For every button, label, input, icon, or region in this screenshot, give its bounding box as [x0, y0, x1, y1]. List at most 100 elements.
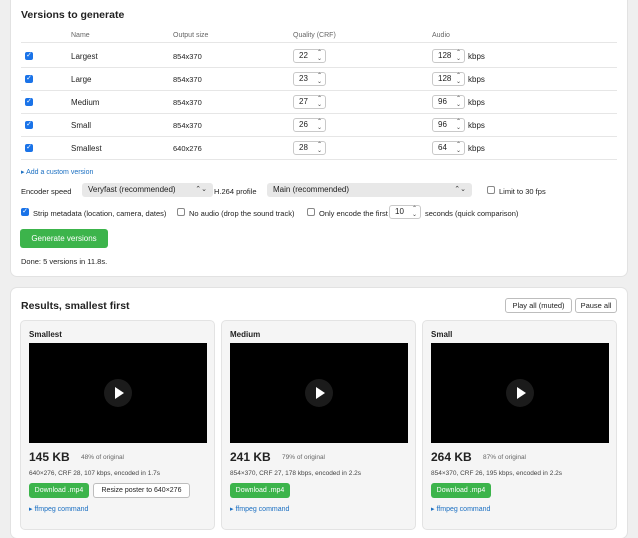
encoder-speed-select[interactable]: Veryfast (recommended) ⌃⌄ [82, 183, 213, 197]
encoder-speed-value: Veryfast (recommended) [88, 185, 176, 194]
no-audio-label: No audio (drop the sound track) [189, 209, 295, 218]
result-title: Medium [230, 330, 261, 339]
video-player[interactable] [29, 343, 207, 443]
audio-bitrate-input[interactable]: 96 ⌃ ⌄ [432, 95, 465, 109]
version-name: Medium [71, 98, 100, 107]
audio-bitrate-input[interactable]: 128 ⌃ ⌄ [432, 49, 465, 63]
triangle-right-icon: ▸ [29, 506, 33, 513]
versions-title: Versions to generate [21, 9, 125, 21]
version-output-size: 640x276 [173, 144, 202, 153]
strip-metadata-checkbox[interactable]: ✓ [21, 208, 29, 216]
version-enabled-checkbox[interactable]: ✓ [25, 144, 33, 152]
spinner-icon: ⌃ ⌄ [455, 96, 461, 108]
result-percent-of-original: 87% of original [483, 454, 526, 461]
chevron-updown-icon: ⌃⌄ [454, 186, 466, 193]
play-all-button[interactable]: Play all (muted) [505, 298, 572, 313]
version-output-size: 854x370 [173, 52, 202, 61]
add-custom-version-link[interactable]: ▸ Add a custom version [21, 168, 93, 176]
ffmpeg-command-label: ffmpeg command [436, 506, 491, 513]
download-mp4-button[interactable]: Download .mp4 [29, 483, 89, 498]
spinner-icon: ⌃ ⌄ [455, 142, 461, 154]
results-card: Results, smallest first Play all (muted)… [11, 288, 627, 538]
play-icon[interactable] [305, 379, 333, 407]
check-icon: ✓ [26, 98, 32, 105]
audio-bitrate-input[interactable]: 64 ⌃ ⌄ [432, 141, 465, 155]
limit-fps-checkbox[interactable] [487, 186, 495, 194]
result-meta: 854×370, CRF 27, 178 kbps, encoded in 2.… [230, 470, 361, 477]
spinner-icon: ⌃ ⌄ [455, 119, 461, 131]
kbps-unit: kbps [468, 52, 485, 61]
spinner-icon: ⌃ ⌄ [455, 73, 461, 85]
only-encode-seconds-input[interactable]: 10 ⌃ ⌄ [389, 205, 421, 219]
version-output-size: 854x370 [173, 75, 202, 84]
version-enabled-checkbox[interactable]: ✓ [25, 98, 33, 106]
ffmpeg-command-label: ffmpeg command [235, 506, 290, 513]
table-divider [21, 42, 617, 43]
version-enabled-checkbox[interactable]: ✓ [25, 75, 33, 83]
result-meta: 854×370, CRF 26, 195 kbps, encoded in 2.… [431, 470, 562, 477]
status-text: Done: 5 versions in 11.8s. [21, 257, 108, 266]
only-encode-checkbox[interactable] [307, 208, 315, 216]
audio-bitrate-value: 64 [438, 143, 447, 152]
result-percent-of-original: 79% of original [282, 454, 325, 461]
version-name: Smallest [71, 144, 102, 153]
ffmpeg-command-toggle[interactable]: ▸ ffmpeg command [230, 505, 289, 513]
crf-input[interactable]: 27 ⌃ ⌄ [293, 95, 326, 109]
pause-all-button[interactable]: Pause all [575, 298, 617, 313]
ffmpeg-command-toggle[interactable]: ▸ ffmpeg command [29, 505, 88, 513]
audio-bitrate-value: 96 [438, 97, 447, 106]
no-audio-checkbox[interactable] [177, 208, 185, 216]
triangle-right-icon: ▸ [21, 169, 25, 176]
result-file-size: 145 KB [29, 450, 70, 464]
col-quality-header: Quality (CRF) [293, 32, 336, 39]
version-enabled-checkbox[interactable]: ✓ [25, 121, 33, 129]
crf-value: 26 [299, 120, 308, 129]
version-output-size: 854x370 [173, 121, 202, 130]
spinner-icon: ⌃ ⌄ [316, 50, 322, 62]
check-icon: ✓ [26, 52, 32, 59]
h264-profile-select[interactable]: Main (recommended) ⌃⌄ [267, 183, 472, 197]
crf-input[interactable]: 26 ⌃ ⌄ [293, 118, 326, 132]
result-percent-of-original: 48% of original [81, 454, 124, 461]
h264-profile-label: H.264 profile [214, 187, 257, 196]
video-player[interactable] [230, 343, 408, 443]
row-divider [21, 136, 617, 137]
row-divider [21, 67, 617, 68]
kbps-unit: kbps [468, 121, 485, 130]
video-player[interactable] [431, 343, 609, 443]
download-mp4-button[interactable]: Download .mp4 [230, 483, 290, 498]
kbps-unit: kbps [468, 98, 485, 107]
ffmpeg-command-toggle[interactable]: ▸ ffmpeg command [431, 505, 490, 513]
result-card: Smallest 145 KB 48% of original 640×276,… [20, 320, 215, 530]
download-mp4-button[interactable]: Download .mp4 [431, 483, 491, 498]
crf-input[interactable]: 23 ⌃ ⌄ [293, 72, 326, 86]
version-name: Large [71, 75, 92, 84]
resize-poster-button[interactable]: Resize poster to 640×276 [93, 483, 190, 498]
audio-bitrate-input[interactable]: 96 ⌃ ⌄ [432, 118, 465, 132]
ffmpeg-command-label: ffmpeg command [34, 506, 89, 513]
spinner-icon: ⌃ ⌄ [316, 96, 322, 108]
check-icon: ✓ [26, 144, 32, 151]
audio-bitrate-input[interactable]: 128 ⌃ ⌄ [432, 72, 465, 86]
generate-versions-button[interactable]: Generate versions [20, 229, 108, 248]
spinner-icon: ⌃ ⌄ [316, 73, 322, 85]
check-icon: ✓ [22, 208, 28, 215]
crf-value: 22 [299, 51, 308, 60]
row-divider [21, 159, 617, 160]
crf-value: 28 [299, 143, 308, 152]
only-encode-seconds-value: 10 [395, 207, 404, 216]
play-icon[interactable] [104, 379, 132, 407]
spinner-icon: ⌃ ⌄ [316, 119, 322, 131]
play-icon[interactable] [506, 379, 534, 407]
strip-metadata-label: Strip metadata (location, camera, dates) [33, 209, 167, 218]
crf-input[interactable]: 28 ⌃ ⌄ [293, 141, 326, 155]
crf-input[interactable]: 22 ⌃ ⌄ [293, 49, 326, 63]
add-custom-version-label: Add a custom version [26, 169, 94, 176]
h264-profile-value: Main (recommended) [273, 185, 350, 194]
version-enabled-checkbox[interactable]: ✓ [25, 52, 33, 60]
crf-value: 27 [299, 97, 308, 106]
check-icon: ✓ [26, 75, 32, 82]
audio-bitrate-value: 128 [438, 51, 452, 60]
row-divider [21, 90, 617, 91]
crf-value: 23 [299, 74, 308, 83]
